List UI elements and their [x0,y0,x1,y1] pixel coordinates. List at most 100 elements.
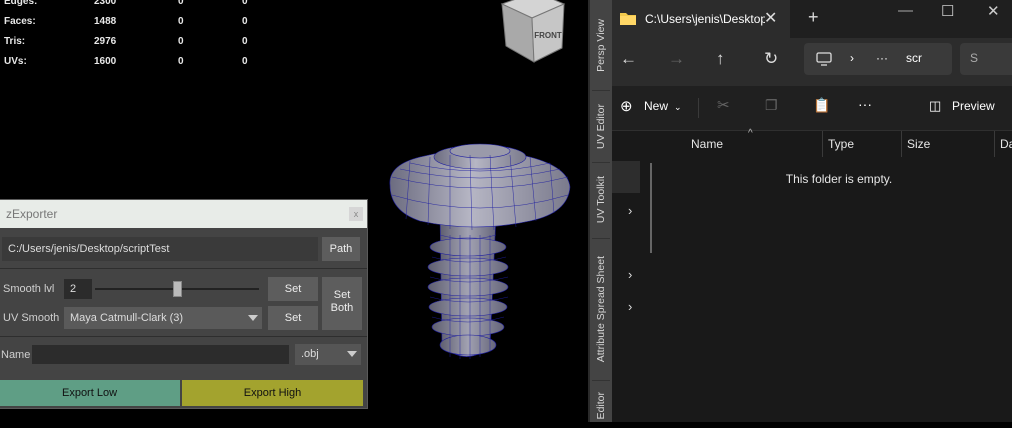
hud-row-tris: Tris: 2976 0 0 [4,32,264,52]
address-bar[interactable]: › ··· scr [804,43,952,75]
hud-row-uvs: UVs: 1600 0 0 [4,52,264,72]
breadcrumb-chevron-icon: › [850,51,854,65]
hud-value: 2300 [94,0,117,7]
cut-icon[interactable]: ✂ [717,96,730,114]
divider [994,131,995,157]
close-tab-icon[interactable]: ✕ [764,8,777,28]
maximize-icon[interactable]: ☐ [941,2,954,20]
scrollbar[interactable] [650,163,652,253]
zexporter-window[interactable]: zExporter x C:/Users/jenis/Desktop/scrip… [0,199,368,409]
column-name[interactable]: Name [691,137,723,151]
tab-label: UV Editor [595,103,607,149]
divider [592,162,610,163]
hud-label: UVs: [4,56,27,67]
hud-row-faces: Faces: 1488 0 0 [4,12,264,32]
refresh-icon[interactable]: ↻ [764,49,778,69]
uv-set-button[interactable]: Set [268,306,318,330]
hud-value: 0 [178,56,184,67]
uv-smooth-label: UV Smooth [3,312,60,324]
tab-uv-toolkit[interactable]: UV Toolkit [590,166,612,234]
breadcrumb-more[interactable]: ··· [876,51,888,65]
tab-uv-editor[interactable]: UV Editor [590,94,612,158]
view-cube-front-label: FRONT [534,31,562,40]
zexporter-titlebar[interactable]: zExporter x [0,200,367,228]
chevron-right-icon[interactable]: › [628,299,632,314]
back-arrow-icon[interactable]: ← [620,49,637,69]
column-date[interactable]: Da [1000,137,1012,151]
hud-value: 1600 [94,56,117,67]
divider [822,131,823,157]
poly-count-hud: Edges: 2300 0 0 Faces: 1488 0 0 Tris: 29… [4,0,264,72]
explorer-command-bar: ⊕ New ⌄ ✂ ❐ 📋 ··· ◫ Preview [612,86,1012,131]
column-size[interactable]: Size [907,137,930,151]
export-high-button[interactable]: Export High [182,380,363,406]
chevron-right-icon[interactable]: › [628,267,632,282]
preview-pane-icon[interactable]: ◫ [929,98,941,114]
explorer-tab[interactable]: C:\Users\jenis\Desktop ✕ [612,0,790,38]
divider [0,268,367,269]
maya-viewport[interactable]: Edges: 2300 0 0 Faces: 1488 0 0 Tris: 29… [0,0,588,422]
chevron-down-icon[interactable]: ⌄ [674,102,682,113]
smooth-set-button[interactable]: Set [268,277,318,301]
slider-handle[interactable] [173,281,182,297]
name-input[interactable] [32,345,289,364]
hud-label: Edges: [4,0,38,7]
tab-label: UV Toolkit [595,176,607,224]
smooth-level-input[interactable]: 2 [64,279,92,299]
path-button[interactable]: Path [322,237,360,261]
navigation-pane[interactable]: › › › [612,131,658,422]
extension-selected: .obj [301,348,319,360]
hud-label: Faces: [4,16,36,27]
chevron-down-icon [248,315,258,321]
more-icon[interactable]: ··· [858,96,872,112]
paste-icon[interactable]: 📋 [813,97,830,114]
hud-label: Tris: [4,36,26,47]
view-cube[interactable]: FRONT [498,0,568,66]
new-tab-icon[interactable]: + [808,7,819,28]
divider [592,380,610,381]
search-placeholder: S [970,51,979,65]
vertical-tab-strip: Persp View UV Editor UV Toolkit Attribut… [588,0,612,422]
up-arrow-icon[interactable]: ↑ [716,49,725,69]
preview-button[interactable]: Preview [952,99,995,113]
monitor-icon [816,52,832,66]
close-icon[interactable]: x [349,207,363,221]
extension-dropdown[interactable]: .obj [295,344,361,365]
tab-persp-view[interactable]: Persp View [590,2,612,88]
hud-value: 0 [178,16,184,27]
hud-value: 0 [178,36,184,47]
minimize-icon[interactable]: — [898,2,913,19]
path-field[interactable]: C:/Users/jenis/Desktop/scriptTest [2,237,318,261]
nav-item-selected[interactable] [612,161,640,193]
export-low-button[interactable]: Export Low [0,380,180,406]
screw-mesh[interactable] [380,135,580,375]
forward-arrow-icon[interactable]: → [668,49,685,69]
tab-attribute-spread-sheet[interactable]: Attribute Spread Sheet [590,242,612,376]
divider [592,238,610,239]
file-explorer-window[interactable]: C:\Users\jenis\Desktop ✕ + — ☐ ✕ ← → ↑ ↻… [612,0,1012,422]
breadcrumb-segment[interactable]: scr [906,51,922,65]
empty-folder-message: This folder is empty. [785,172,893,186]
column-headers: ^ Name Type Size Da [658,128,1012,157]
set-both-button[interactable]: Set Both [322,277,362,330]
chevron-right-icon[interactable]: › [628,203,632,218]
search-box[interactable]: S [960,43,1012,75]
uv-smooth-selected: Maya Catmull-Clark (3) [70,312,184,324]
column-type[interactable]: Type [828,137,854,151]
explorer-tab-title: C:\Users\jenis\Desktop [645,12,765,26]
tab-label: Editor [595,392,607,420]
close-window-icon[interactable]: ✕ [987,2,1000,20]
copy-icon[interactable]: ❐ [765,97,778,114]
hud-value: 0 [242,36,248,47]
uv-smooth-dropdown[interactable]: Maya Catmull-Clark (3) [64,307,262,329]
new-plus-icon[interactable]: ⊕ [620,97,633,115]
explorer-tab-bar: C:\Users\jenis\Desktop ✕ + — ☐ ✕ [612,0,1012,38]
new-button[interactable]: New [644,99,668,113]
tab-label: Attribute Spread Sheet [595,255,607,363]
tab-editor[interactable]: Editor [590,384,612,428]
hud-value: 0 [242,56,248,67]
explorer-nav-bar: ← → ↑ ↻ › ··· scr S [612,38,1012,86]
divider [0,336,367,337]
hud-value: 0 [242,16,248,27]
hud-row-edges: Edges: 2300 0 0 [4,0,264,12]
